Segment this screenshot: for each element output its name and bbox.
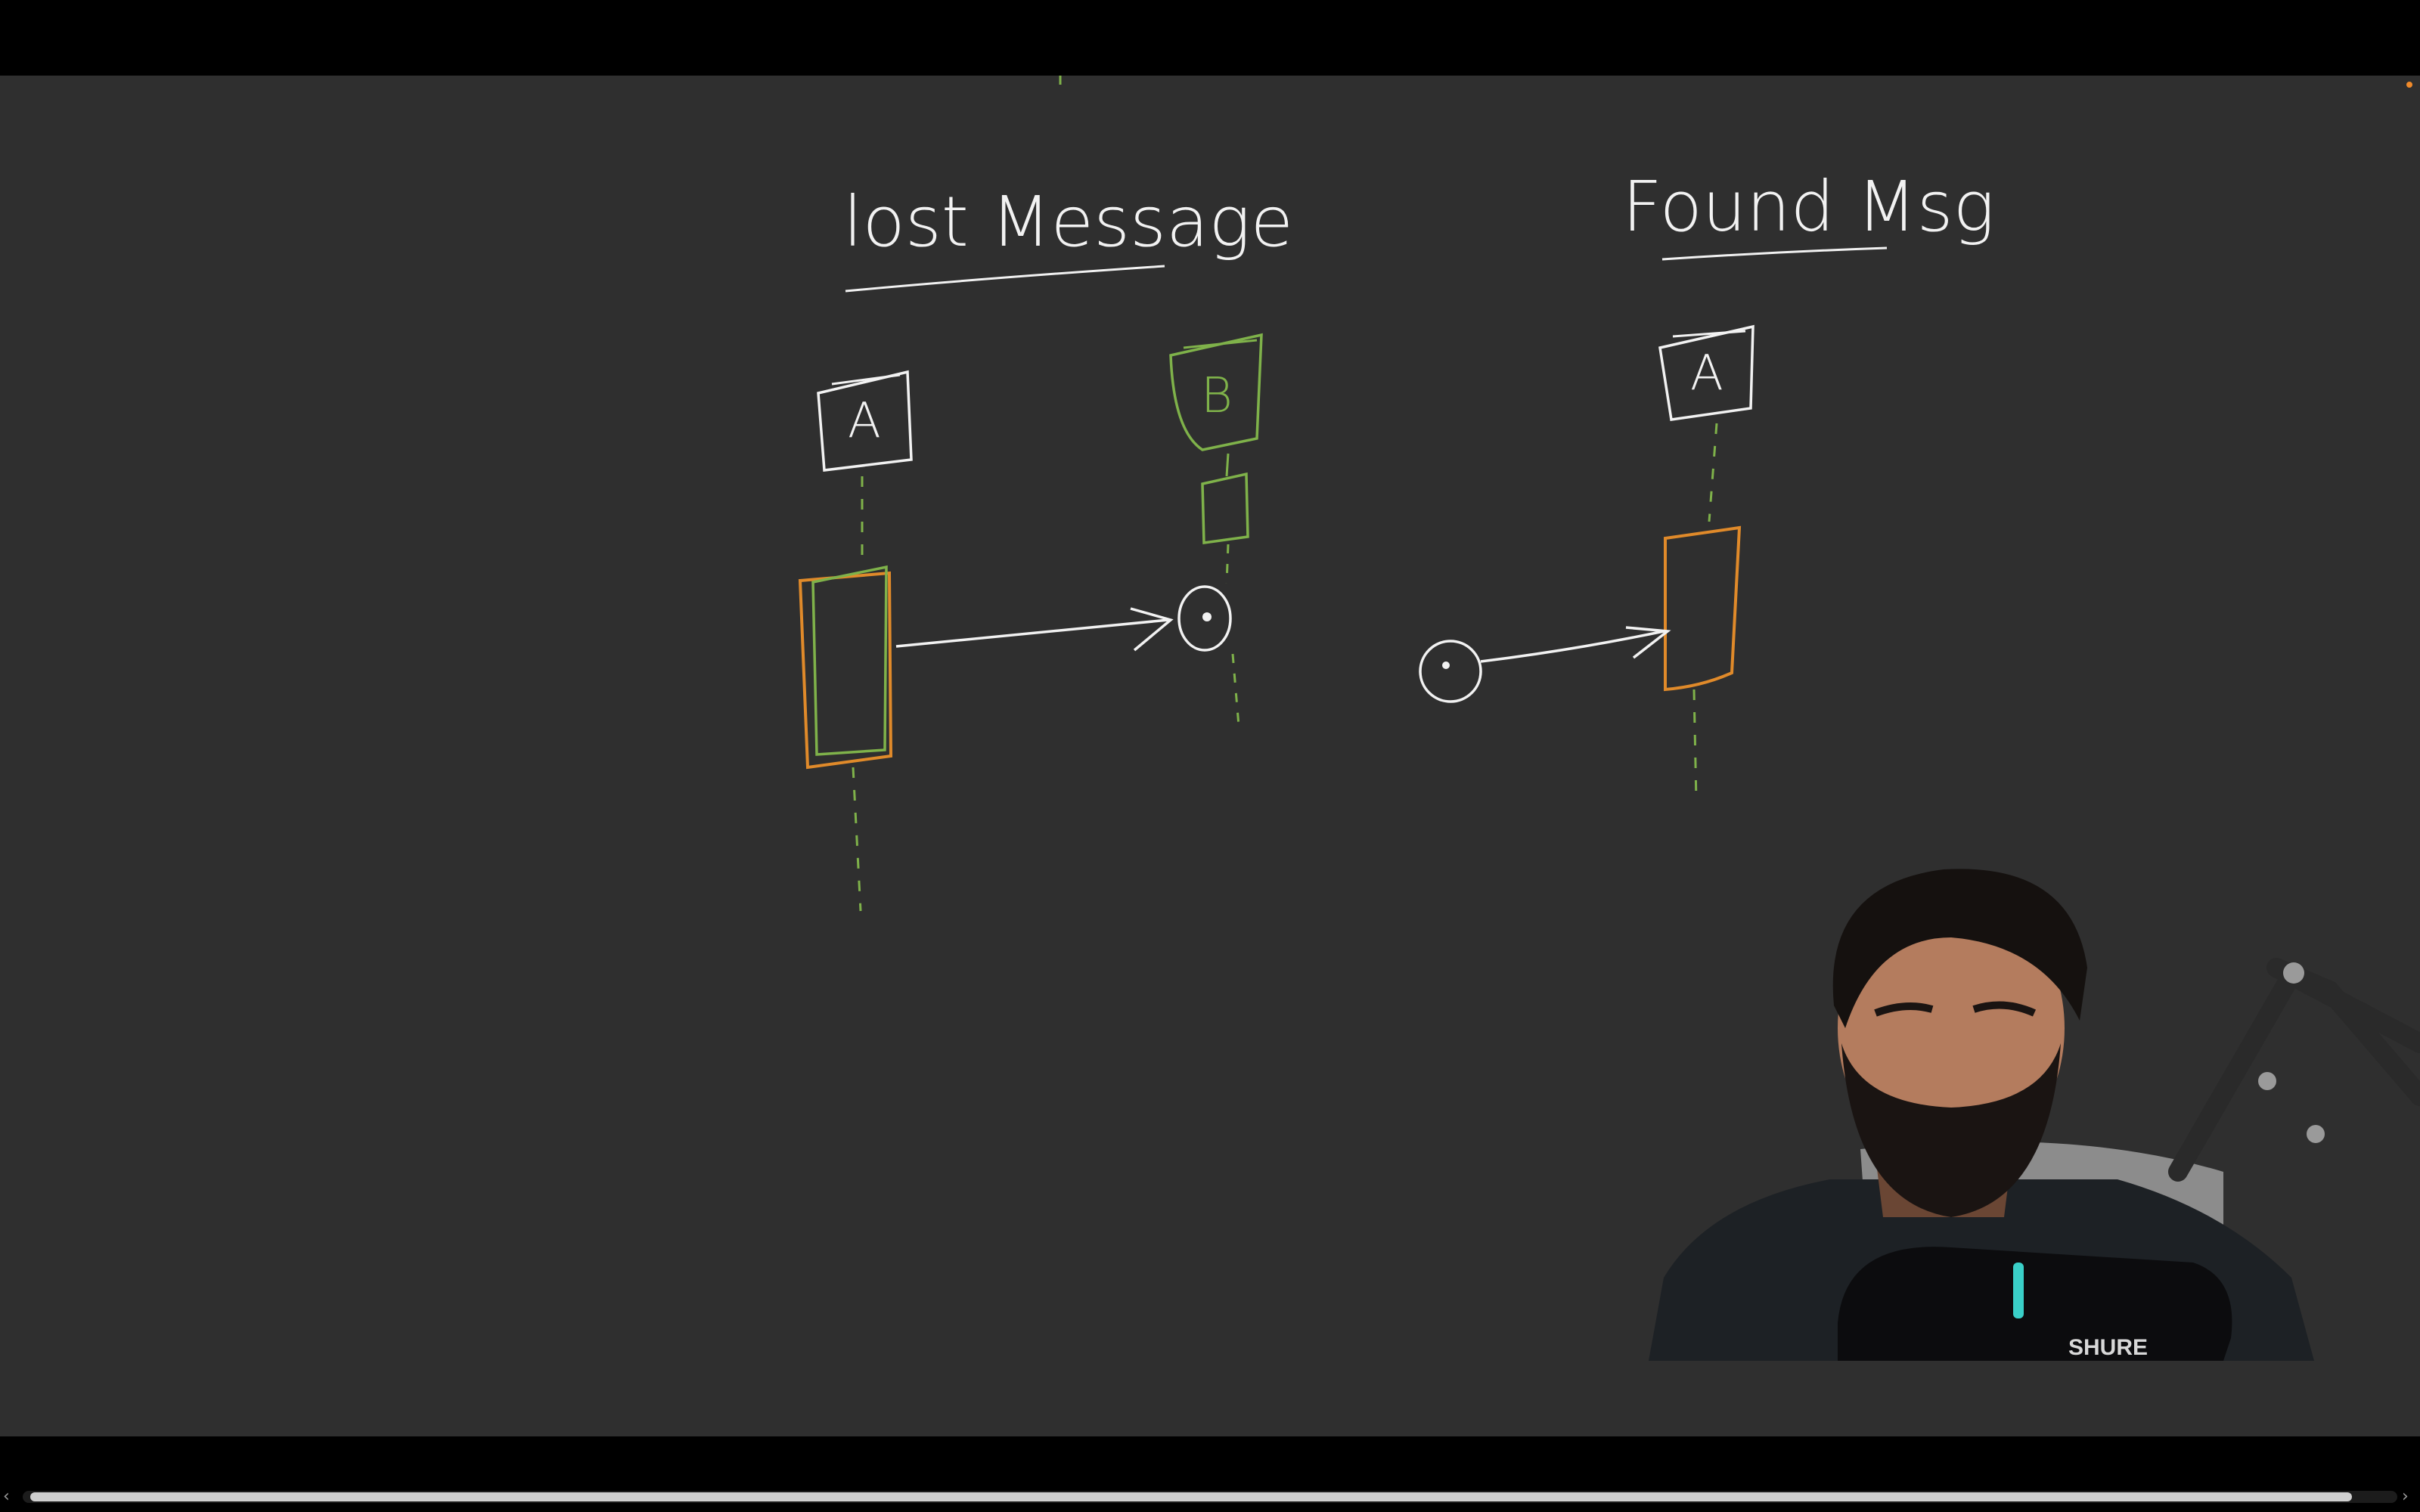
scroll-left-icon[interactable]: ‹ <box>3 1486 10 1507</box>
top-letterbox <box>0 0 2420 76</box>
lost-actor-a-label: A <box>848 393 881 449</box>
lost-message-arrow <box>895 618 1169 648</box>
lost-lifeline-a-bottom <box>852 767 862 912</box>
lost-message-arrowhead <box>1130 607 1174 652</box>
lost-endpoint-dot <box>1202 612 1212 621</box>
found-lifeline-top <box>1708 423 1718 522</box>
mic-arm-joint-mid <box>2258 1072 2276 1090</box>
lost-activation-green <box>811 565 888 756</box>
found-lifeline-bottom <box>1692 689 1698 802</box>
mic-indicator <box>2013 1263 2024 1318</box>
found-activation-orange <box>1664 525 1742 692</box>
lost-message-title: lost Message <box>843 181 1293 262</box>
found-message-arrowhead <box>1625 626 1671 659</box>
lost-activation-b <box>1201 472 1249 545</box>
lost-lifeline-b-top <box>1225 453 1230 477</box>
webcam-svg: SHURE <box>1649 869 2420 1361</box>
lost-title-underline <box>845 265 1165 293</box>
mic-brand-logo: SHURE <box>2068 1335 2148 1360</box>
lost-actor-b-box-top <box>1183 339 1258 349</box>
scroll-right-icon[interactable]: › <box>2402 1486 2409 1507</box>
presenter-webcam: SHURE <box>1649 854 2420 1361</box>
recording-indicator <box>2406 82 2412 88</box>
found-actor-a-label: A <box>1690 345 1723 401</box>
found-endpoint-circle <box>1419 640 1482 703</box>
mic-arm <box>2168 958 2420 1182</box>
found-message-title: Found Msg <box>1622 166 1995 247</box>
mic-arm-joint-right <box>2307 1125 2325 1143</box>
found-endpoint-dot <box>1442 662 1450 669</box>
lost-lifeline-b-mid <box>1225 544 1230 584</box>
lost-actor-b-label: B <box>1201 368 1233 424</box>
scrollbar-thumb[interactable] <box>30 1492 2352 1501</box>
lost-lifeline-b-bottom <box>1231 653 1240 727</box>
microphone-body <box>1838 1247 2232 1361</box>
mic-arm-joint-top <box>2283 962 2304 984</box>
found-title-underline <box>1661 246 1888 261</box>
